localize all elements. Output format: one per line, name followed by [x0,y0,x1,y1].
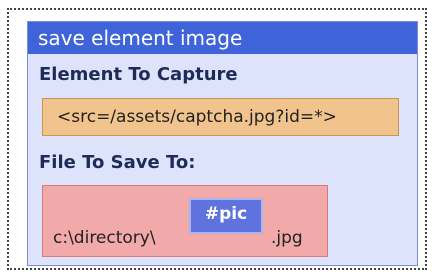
save-element-image-block[interactable]: save element image Element To Capture <s… [27,21,418,266]
block-title: save element image [28,22,417,54]
element-to-capture-label: Element To Capture [39,64,238,85]
element-selector-input[interactable]: <src=/assets/captcha.jpg?id=*> [42,98,399,136]
file-to-save-label: File To Save To: [39,152,196,173]
file-path-prefix: c:\directory\ [53,228,156,248]
file-path-input[interactable]: c:\directory\ #pic .jpg [42,185,328,257]
variable-chip[interactable]: #pic [189,198,263,234]
file-extension: .jpg [271,228,303,248]
